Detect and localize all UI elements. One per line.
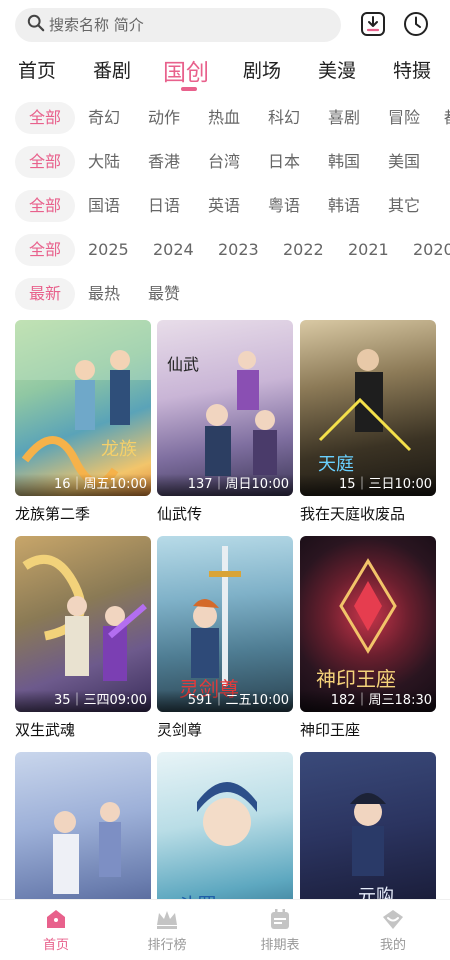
nav-profile[interactable]: 我的 bbox=[353, 908, 433, 953]
home-icon bbox=[16, 908, 96, 930]
search-bar[interactable] bbox=[15, 8, 341, 42]
language-chip[interactable]: 全部 bbox=[15, 190, 75, 222]
language-chip[interactable]: 其它 bbox=[388, 190, 420, 222]
episode-badge: 137｜周日10:00 bbox=[157, 474, 293, 496]
anime-title: 仙武传 bbox=[157, 505, 203, 523]
region-chip[interactable]: 大陆 bbox=[88, 146, 120, 178]
top-bar bbox=[0, 0, 450, 50]
poster-image: 龙族 16｜周五10:00 bbox=[15, 320, 151, 496]
history-clock-icon[interactable] bbox=[401, 9, 431, 39]
genre-chip[interactable]: 科幻 bbox=[268, 102, 300, 134]
genre-chip[interactable]: 奇幻 bbox=[88, 102, 120, 134]
episode-badge: 591｜二五10:00 bbox=[157, 690, 293, 712]
language-chip[interactable]: 日语 bbox=[148, 190, 180, 222]
year-chip[interactable]: 2022 bbox=[283, 234, 324, 266]
poster-image: 天庭 15｜三日10:00 bbox=[300, 320, 436, 496]
region-chip[interactable]: 韩国 bbox=[328, 146, 360, 178]
poster-image: 灵剑尊 591｜二五10:00 bbox=[157, 536, 293, 712]
nav-schedule[interactable]: 排期表 bbox=[240, 908, 320, 953]
svg-text:天庭: 天庭 bbox=[318, 454, 354, 475]
region-chip[interactable]: 香港 bbox=[148, 146, 180, 178]
genre-chip[interactable]: 都 bbox=[444, 102, 450, 134]
bottom-navigation: 首页 排行榜 排期表 我的 bbox=[0, 899, 450, 960]
nav-label: 排期表 bbox=[260, 938, 300, 953]
genre-filter-row: 全部 奇幻 动作 热血 科幻 喜剧 冒险 都 bbox=[0, 102, 450, 138]
sort-chip[interactable]: 最热 bbox=[88, 278, 120, 310]
year-chip[interactable]: 2020 bbox=[413, 234, 450, 266]
profile-icon bbox=[353, 908, 433, 930]
region-chip[interactable]: 美国 bbox=[388, 146, 420, 178]
nav-label: 首页 bbox=[42, 938, 69, 953]
genre-chip[interactable]: 喜剧 bbox=[328, 102, 360, 134]
anime-title: 龙族第二季 bbox=[15, 505, 91, 523]
year-filter-row: 全部 2025 2024 2023 2022 2021 2020 bbox=[0, 234, 450, 270]
tab-bangumi[interactable]: 番剧 bbox=[93, 56, 131, 83]
region-chip[interactable]: 日本 bbox=[268, 146, 300, 178]
anime-card[interactable]: 龙族 16｜周五10:00 龙族第二季 bbox=[15, 320, 151, 524]
year-chip[interactable]: 全部 bbox=[15, 234, 75, 266]
anime-card[interactable]: 仙武 137｜周日10:00 仙武传 bbox=[157, 320, 293, 524]
svg-text:龙族: 龙族 bbox=[101, 439, 137, 460]
search-input[interactable] bbox=[49, 16, 319, 34]
nav-home[interactable]: 首页 bbox=[16, 908, 96, 953]
region-filter-row: 全部 大陆 香港 台湾 日本 韩国 美国 bbox=[0, 146, 450, 182]
tab-theater[interactable]: 剧场 bbox=[243, 56, 281, 83]
anime-card[interactable]: 神印王座 182｜周三18:30 神印王座 bbox=[300, 536, 436, 740]
genre-chip[interactable]: 全部 bbox=[15, 102, 75, 134]
calendar-icon bbox=[240, 908, 320, 930]
nav-label: 我的 bbox=[379, 938, 406, 953]
region-chip[interactable]: 台湾 bbox=[208, 146, 240, 178]
svg-text:仙武: 仙武 bbox=[167, 355, 199, 374]
anime-title: 我在天庭收废品 bbox=[300, 505, 406, 523]
nav-ranking[interactable]: 排行榜 bbox=[127, 908, 207, 953]
active-tab-indicator bbox=[181, 87, 197, 91]
year-chip[interactable]: 2024 bbox=[153, 234, 194, 266]
anime-card[interactable]: 天庭 15｜三日10:00 我在天庭收废品 bbox=[300, 320, 436, 524]
anime-title: 神印王座 bbox=[300, 721, 361, 739]
poster-image: 35｜三四09:00 bbox=[15, 536, 151, 712]
sort-chip[interactable]: 最新 bbox=[15, 278, 75, 310]
poster-image: 神印王座 182｜周三18:30 bbox=[300, 536, 436, 712]
svg-text:神印王座: 神印王座 bbox=[316, 667, 396, 691]
poster-image: 仙武 137｜周日10:00 bbox=[157, 320, 293, 496]
language-chip[interactable]: 粤语 bbox=[268, 190, 300, 222]
episode-badge: 182｜周三18:30 bbox=[300, 690, 436, 712]
language-filter-row: 全部 国语 日语 英语 粤语 韩语 其它 bbox=[0, 190, 450, 226]
anime-title: 灵剑尊 bbox=[157, 721, 203, 739]
year-chip[interactable]: 2023 bbox=[218, 234, 259, 266]
episode-badge: 15｜三日10:00 bbox=[300, 474, 436, 496]
crown-icon bbox=[127, 908, 207, 930]
sort-chip[interactable]: 最赞 bbox=[148, 278, 180, 310]
anime-title: 双生武魂 bbox=[15, 721, 76, 739]
genre-chip[interactable]: 冒险 bbox=[388, 102, 420, 134]
tab-tokusatsu[interactable]: 特摄 bbox=[393, 56, 431, 83]
tab-home[interactable]: 首页 bbox=[18, 56, 56, 83]
region-chip[interactable]: 全部 bbox=[15, 146, 75, 178]
genre-chip[interactable]: 热血 bbox=[208, 102, 240, 134]
sort-filter-row: 最新 最热 最赞 bbox=[0, 278, 450, 314]
language-chip[interactable]: 英语 bbox=[208, 190, 240, 222]
language-chip[interactable]: 国语 bbox=[88, 190, 120, 222]
episode-badge: 35｜三四09:00 bbox=[15, 690, 151, 712]
genre-chip[interactable]: 动作 bbox=[148, 102, 180, 134]
tab-guochuang[interactable]: 国创 bbox=[163, 53, 209, 87]
category-tabs: 首页 番剧 国创 剧场 美漫 特摄 bbox=[0, 50, 450, 96]
anime-card[interactable]: 灵剑尊 591｜二五10:00 灵剑尊 bbox=[157, 536, 293, 740]
year-chip[interactable]: 2021 bbox=[348, 234, 389, 266]
year-chip[interactable]: 2025 bbox=[88, 234, 129, 266]
anime-card[interactable]: 35｜三四09:00 双生武魂 bbox=[15, 536, 151, 740]
tab-american-comics[interactable]: 美漫 bbox=[318, 56, 356, 83]
language-chip[interactable]: 韩语 bbox=[328, 190, 360, 222]
download-icon[interactable] bbox=[358, 9, 388, 39]
episode-badge: 16｜周五10:00 bbox=[15, 474, 151, 496]
search-icon bbox=[27, 14, 45, 36]
nav-label: 排行榜 bbox=[147, 938, 187, 953]
